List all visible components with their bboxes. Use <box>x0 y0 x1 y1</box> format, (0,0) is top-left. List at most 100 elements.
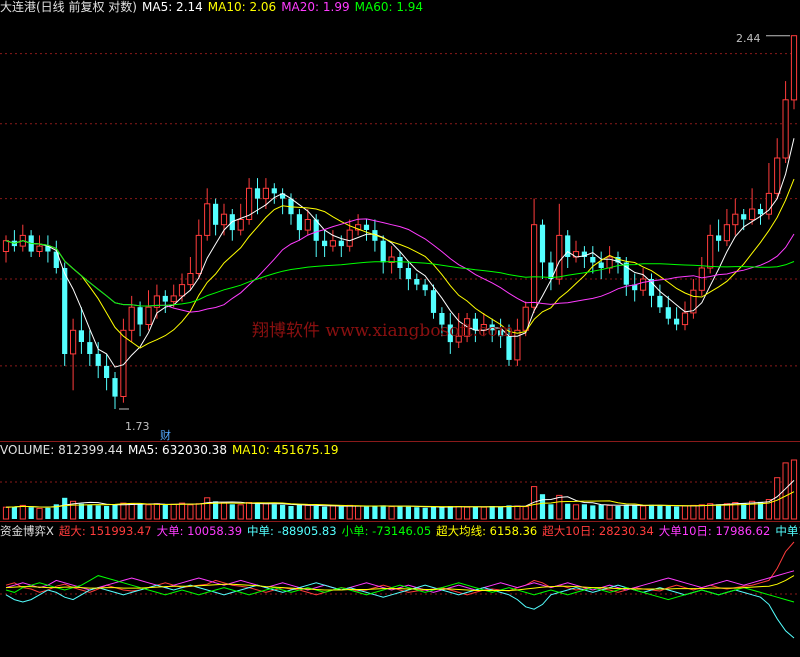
volume-bar <box>498 506 504 519</box>
candle-body <box>187 273 194 286</box>
volume-bar <box>170 503 177 520</box>
volume-bar <box>690 504 697 520</box>
volume-layer <box>2 459 798 520</box>
volume-bar <box>581 504 587 520</box>
volume-bar <box>397 506 403 519</box>
candle-body <box>665 307 671 319</box>
volume-bar <box>213 501 219 519</box>
fund-series-line <box>5 541 795 596</box>
volume-bar <box>36 507 43 520</box>
fund-layer <box>5 541 795 639</box>
candle-body <box>556 234 563 280</box>
volume-bar <box>556 494 563 520</box>
volume-bar <box>665 506 671 519</box>
candle-body <box>363 224 370 230</box>
fund-series-line <box>5 570 795 593</box>
volume-bar <box>229 504 235 520</box>
candle-body <box>338 240 344 247</box>
candle-body <box>346 229 353 247</box>
candle-body <box>723 224 730 242</box>
volume-bar <box>220 502 228 520</box>
volume-bar <box>388 506 395 520</box>
volume-bar <box>254 503 261 519</box>
finance-marker: 财 <box>160 428 171 442</box>
volume-bar <box>707 503 714 520</box>
candle-body <box>271 188 277 194</box>
candle-body <box>112 378 118 397</box>
candle-body <box>539 224 546 263</box>
candle-body <box>213 203 219 225</box>
volume-bar <box>741 503 747 519</box>
volume-bar <box>548 504 554 520</box>
volume-bar <box>632 505 638 519</box>
volume-bar <box>615 506 621 519</box>
stock-chart: 大连港(日线 前复权 对数) MA5: 2.14 MA10: 2.06 MA20: 1… <box>0 0 800 657</box>
fund-series-line <box>5 582 795 639</box>
volume-bar <box>112 504 118 520</box>
candle-body <box>120 329 127 397</box>
volume-bar <box>380 505 386 519</box>
volume-bar <box>723 503 730 520</box>
candle-body <box>329 240 336 247</box>
volume-bar <box>430 506 437 519</box>
candle-body <box>70 329 77 355</box>
chart-canvas: 翔博软件 www.xiangbosoft.com 1.73 2.44 财 <box>0 32 800 639</box>
marks-layer <box>119 35 790 410</box>
candle-body <box>514 329 521 361</box>
candle-body <box>657 295 663 308</box>
volume-bar <box>623 504 629 519</box>
volume-bar <box>153 503 161 520</box>
volume-bar <box>195 503 202 520</box>
volume-bar <box>422 507 428 519</box>
volume-bar <box>120 502 127 520</box>
candle-body <box>380 240 386 263</box>
volume-bar <box>246 502 253 520</box>
volume-bar <box>439 507 445 519</box>
volume-bar <box>565 503 571 519</box>
candle-body <box>2 240 10 252</box>
candle-body <box>422 284 428 291</box>
volume-bar <box>128 503 135 520</box>
candle-body <box>262 187 269 200</box>
volume-bar <box>178 502 186 520</box>
volume-bar <box>104 506 110 519</box>
volume-bar <box>590 505 596 519</box>
volume-bar <box>606 504 613 520</box>
volume-bar <box>648 504 655 519</box>
candle-body <box>104 365 110 378</box>
volume-bar <box>447 506 453 519</box>
candle-body <box>405 268 411 280</box>
candle-body <box>36 245 43 253</box>
volume-bar <box>162 504 168 519</box>
volume-bar <box>522 506 529 520</box>
candle-body <box>774 157 781 194</box>
volume-bar <box>280 504 286 519</box>
candle-body <box>237 219 244 231</box>
candle-body <box>716 235 722 241</box>
candle-body <box>606 256 613 269</box>
volume-bar <box>681 505 689 520</box>
volume-bar <box>288 506 294 519</box>
volume-bar <box>237 504 244 520</box>
volume-bar <box>640 505 647 520</box>
volume-bar <box>757 501 764 519</box>
candle-body <box>178 284 186 297</box>
watermark: 翔博软件 www.xiangbosoft.com <box>252 321 514 341</box>
candle-body <box>531 224 538 308</box>
volume-bar <box>674 506 680 519</box>
volume-bar <box>28 507 34 519</box>
volume-bar <box>716 504 722 520</box>
candle-body <box>681 312 689 326</box>
low-price-label: 1.73 <box>125 420 150 433</box>
candle-body <box>640 278 647 291</box>
candle-body <box>87 342 93 354</box>
volume-bar <box>137 504 143 520</box>
candle-body <box>195 234 202 274</box>
volume-bar <box>95 505 101 519</box>
candle-body <box>137 307 143 325</box>
candle-body <box>296 214 302 231</box>
volume-bar <box>262 503 269 520</box>
volume-bar <box>472 506 478 519</box>
volume-bar <box>11 506 17 519</box>
candle-body <box>397 257 403 268</box>
